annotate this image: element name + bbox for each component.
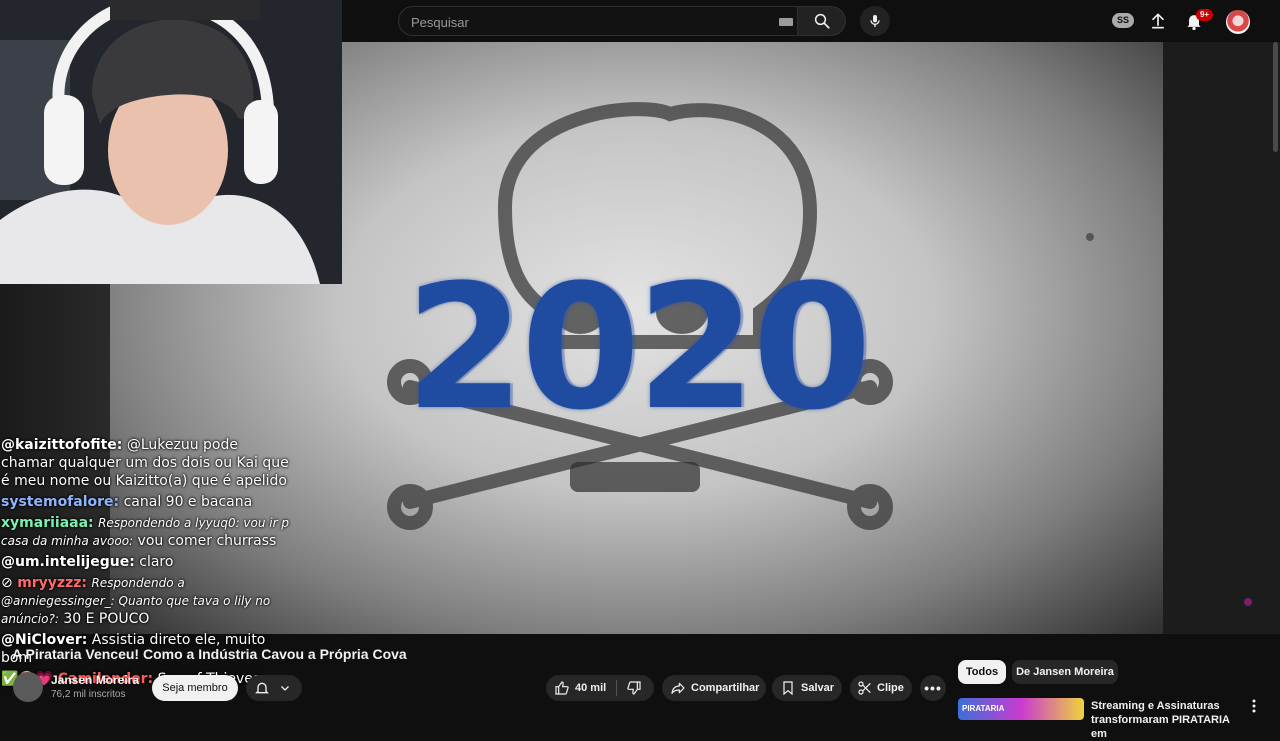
save-label: Salvar	[801, 682, 835, 694]
chat-text: 30 E POUCO	[63, 611, 150, 627]
video-title: A Pirataria Venceu! Como a Indústria Cav…	[12, 646, 407, 662]
subscriber-count: 76,2 mil inscritos	[51, 689, 126, 700]
thumbs-down-icon	[627, 681, 641, 695]
chat-username: mryyzzz:	[17, 575, 87, 591]
like-dislike-group: 40 mil	[546, 675, 654, 701]
search-icon	[814, 13, 830, 29]
search-input[interactable]	[409, 12, 753, 32]
save-button[interactable]: Salvar	[772, 675, 842, 701]
chat-username: xymariiaaa:	[1, 515, 94, 531]
recommendation-thumbnail[interactable]: PIRATARIA	[958, 698, 1084, 720]
search-button[interactable]	[798, 6, 846, 36]
search-box[interactable]	[398, 6, 798, 36]
bookmark-icon	[783, 681, 793, 696]
chat-username: @um.intelijegue:	[1, 554, 135, 570]
chat-message: ⊘ mryyzzz: Respondendo a @anniegessinger…	[1, 574, 290, 628]
channel-name[interactable]: Jansen Moreira	[51, 673, 139, 687]
bell-icon	[255, 682, 269, 694]
chat-message: systemofalore: canal 90 e bacana	[1, 493, 290, 511]
chat-text: claro	[139, 554, 174, 570]
chat-username: systemofalore:	[1, 494, 120, 510]
like-count: 40 mil	[575, 682, 607, 694]
scrollbar-thumb[interactable]	[1273, 42, 1278, 152]
chip-all[interactable]: Todos	[958, 660, 1006, 684]
share-button[interactable]: Compartilhar	[662, 675, 766, 701]
thumbs-up-icon	[555, 681, 569, 695]
more-icon: •••	[924, 680, 942, 696]
account-badge[interactable]: SS	[1112, 13, 1134, 28]
webcam-person-graphic	[0, 0, 342, 284]
share-icon	[671, 682, 685, 694]
chat-message: @kaizittofofite: @Lukezuu pode chamar qu…	[1, 436, 290, 490]
chevron-down-icon	[281, 686, 289, 691]
join-member-button[interactable]: Seja membro	[152, 675, 238, 701]
stream-overlay-dot	[1244, 598, 1252, 606]
chat-message: @um.intelijegue: claro	[1, 553, 290, 571]
user-avatar[interactable]	[1226, 10, 1250, 34]
chat-username: @kaizittofofite:	[1, 437, 123, 453]
more-actions-button[interactable]: •••	[920, 675, 946, 701]
voice-search-button[interactable]	[860, 6, 890, 36]
chat-message: xymariiaaa: Respondendo a lyyuq0: vou ir…	[1, 514, 290, 550]
channel-avatar[interactable]	[13, 672, 43, 702]
share-label: Compartilhar	[691, 682, 760, 694]
clip-label: Clipe	[877, 682, 904, 694]
thumbnail-text: PIRATARIA	[962, 704, 1005, 713]
chip-from-channel[interactable]: De Jansen Moreira	[1012, 660, 1118, 684]
streamer-webcam	[0, 0, 342, 284]
chat-text: canal 90 e bacana	[123, 494, 253, 510]
microphone-icon	[870, 15, 880, 27]
chat-text: vou comer churrass	[137, 533, 277, 549]
keyboard-icon[interactable]	[779, 18, 793, 26]
recommendation-more-icon[interactable]	[1250, 699, 1258, 713]
muted-eye-icon: ⊘	[1, 575, 13, 591]
scissors-icon	[858, 681, 871, 695]
notification-count-badge: 9+	[1196, 9, 1213, 21]
clip-button[interactable]: Clipe	[850, 675, 912, 701]
recommendation-title[interactable]: Streaming e Assinaturas transformaram PI…	[1091, 699, 1241, 741]
like-button[interactable]: 40 mil	[546, 675, 616, 701]
dislike-button[interactable]	[617, 675, 654, 701]
secondary-panel	[1163, 42, 1280, 634]
subscription-bell-button[interactable]	[246, 675, 302, 701]
upload-icon[interactable]	[1148, 11, 1168, 31]
